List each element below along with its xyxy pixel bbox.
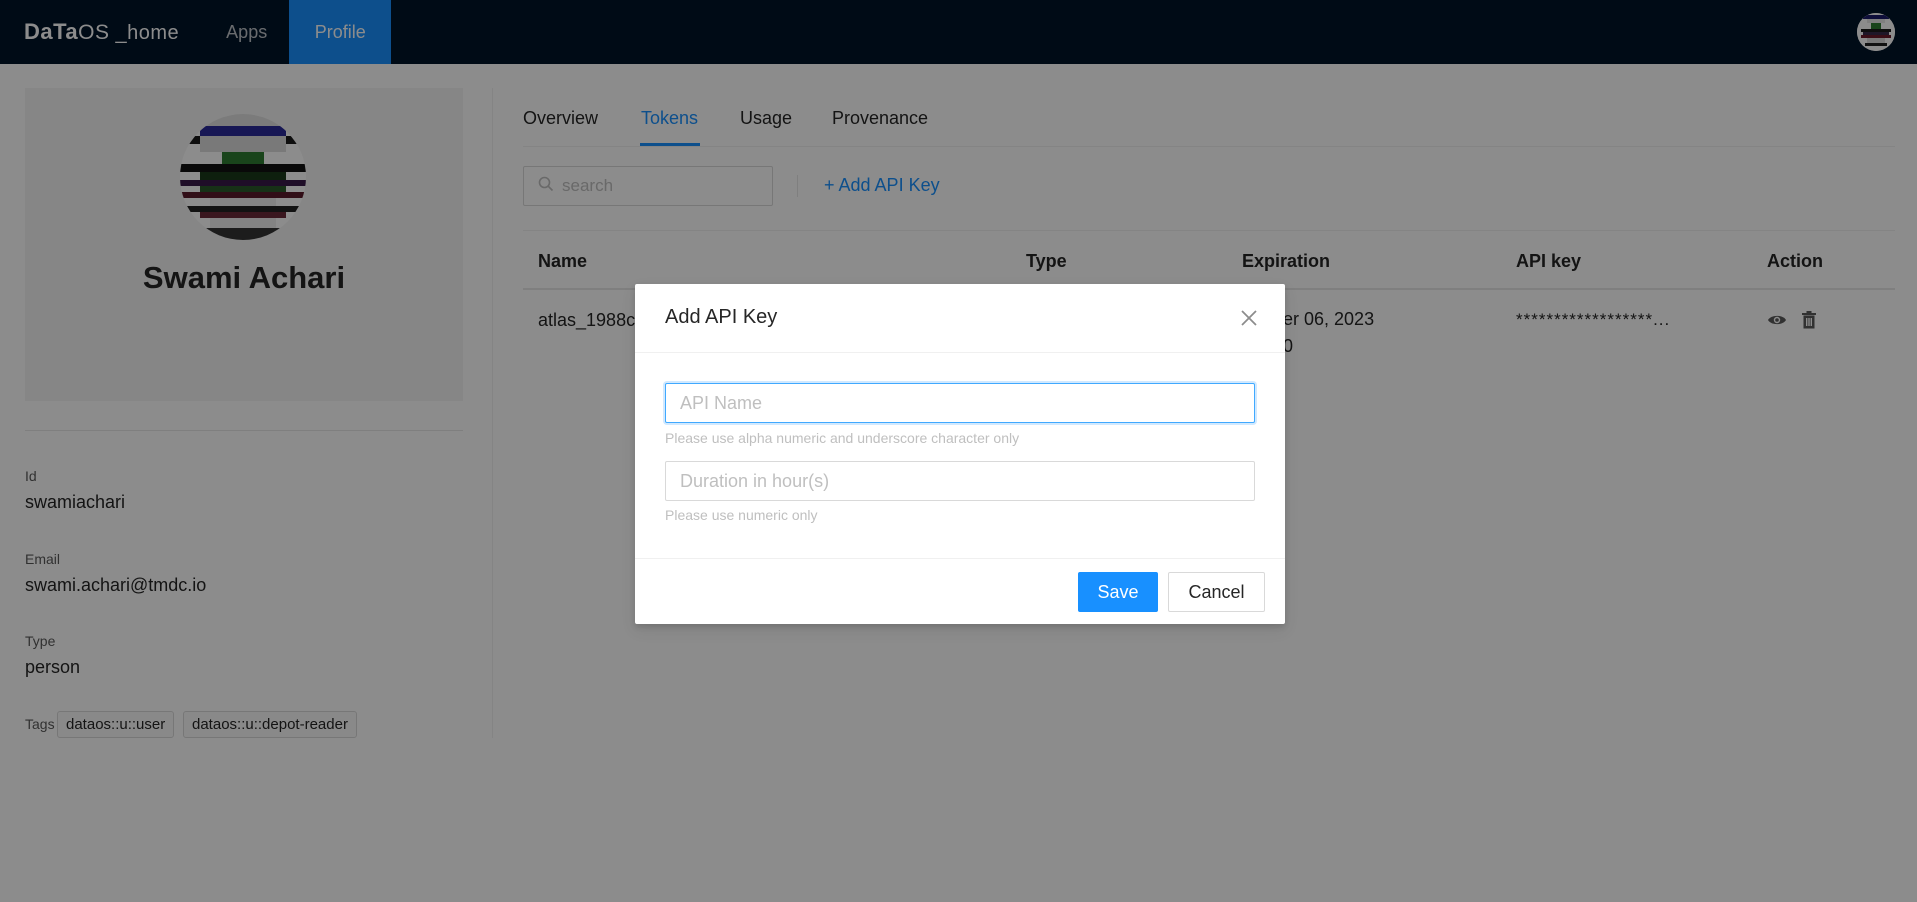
add-api-key-modal: Add API Key Please use alpha numeric and… (635, 284, 1285, 624)
modal-header: Add API Key (635, 284, 1285, 353)
cancel-button[interactable]: Cancel (1168, 572, 1265, 612)
modal-footer: Save Cancel (635, 558, 1285, 624)
modal-title: Add API Key (665, 306, 778, 328)
duration-hint: Please use numeric only (665, 507, 818, 523)
close-icon[interactable] (1237, 306, 1261, 330)
save-button[interactable]: Save (1078, 572, 1158, 612)
duration-input[interactable] (665, 461, 1255, 501)
api-name-hint: Please use alpha numeric and underscore … (665, 430, 1020, 446)
api-name-input[interactable] (665, 383, 1255, 423)
